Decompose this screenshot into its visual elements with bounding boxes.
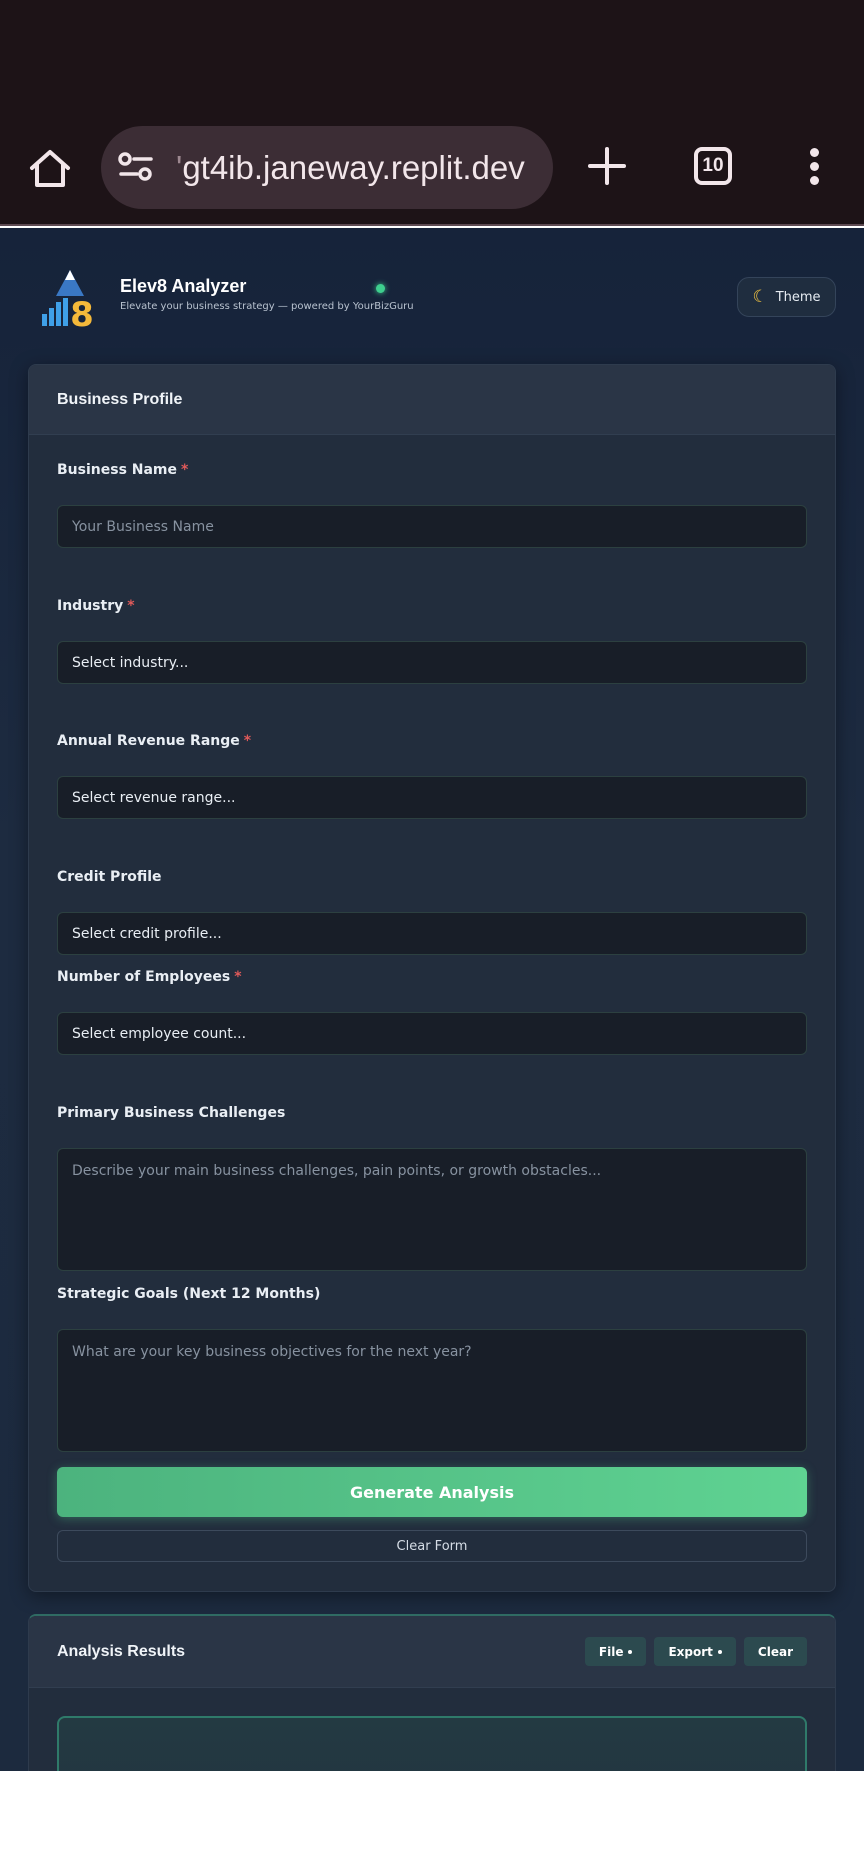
challenges-label: Primary Business Challenges — [57, 1105, 286, 1121]
employees-select[interactable]: Select employee count... — [57, 1012, 807, 1055]
employees-value: Select employee count... — [72, 1025, 247, 1042]
challenges-placeholder: Describe your main business challenges, … — [72, 1163, 602, 1179]
generate-analysis-button[interactable]: Generate Analysis — [57, 1467, 807, 1517]
tab-switcher-button[interactable]: 10 — [694, 147, 732, 185]
credit-profile-value: Select credit profile... — [72, 925, 222, 942]
credit-profile-select[interactable]: Select credit profile... — [57, 912, 807, 955]
blank-area — [0, 1771, 864, 1872]
app-subtitle: Elevate your business strategy — powered… — [120, 301, 414, 312]
elev8-logo: 8 — [42, 270, 94, 330]
results-title: Analysis Results — [57, 1642, 186, 1660]
home-icon[interactable] — [28, 146, 72, 190]
business-profile-card: Business Profile Business Name * Your Bus… — [28, 364, 836, 1592]
goals-textarea[interactable]: What are your key business objectives fo… — [57, 1329, 807, 1452]
industry-label: Industry * — [57, 598, 135, 614]
dropdown-dot-icon — [628, 1649, 633, 1654]
app-page: 8 Elev8 Analyzer Elevate your business s… — [0, 228, 864, 1771]
moon-icon: ☾ — [752, 286, 768, 307]
results-header: Analysis Results File Export Clear — [29, 1616, 835, 1688]
business-name-placeholder: Your Business Name — [72, 518, 214, 535]
site-settings-icon[interactable] — [117, 150, 155, 184]
business-name-label: Business Name * — [57, 462, 189, 478]
card-title: Business Profile — [57, 390, 183, 408]
export-menu-button[interactable]: Export — [654, 1637, 736, 1666]
theme-label: Theme — [775, 289, 821, 305]
new-tab-icon[interactable] — [587, 146, 627, 186]
employees-label: Number of Employees * — [57, 969, 242, 985]
revenue-value: Select revenue range... — [72, 789, 236, 806]
app-title: Elev8 Analyzer — [120, 276, 247, 296]
score-panel: 70 — [57, 1716, 807, 1771]
analysis-results-card: Analysis Results File Export Clear 70 — [28, 1614, 836, 1771]
goals-placeholder: What are your key business objectives fo… — [72, 1344, 472, 1360]
goals-label: Strategic Goals (Next 12 Months) — [57, 1286, 321, 1302]
url-domain: gt4ib.janeway.replit.dev — [182, 149, 525, 186]
file-menu-button[interactable]: File — [584, 1637, 647, 1666]
score-value: 70 — [59, 1762, 805, 1771]
revenue-select[interactable]: Select revenue range... — [57, 776, 807, 819]
svg-text:8: 8 — [70, 295, 94, 330]
overflow-menu-icon[interactable] — [807, 148, 821, 188]
status-dot — [376, 284, 385, 293]
industry-select[interactable]: Select industry... — [57, 641, 807, 684]
theme-toggle-button[interactable]: ☾ Theme — [737, 277, 836, 317]
dropdown-dot-icon — [717, 1649, 722, 1654]
url-text[interactable]: 'gt4ib.janeway.replit.dev — [176, 146, 546, 190]
revenue-label: Annual Revenue Range * — [57, 733, 252, 749]
clear-results-button[interactable]: Clear — [743, 1637, 807, 1666]
card-header: Business Profile — [29, 365, 835, 435]
clear-form-button[interactable]: Clear Form — [57, 1530, 807, 1562]
credit-profile-label: Credit Profile — [57, 869, 162, 885]
challenges-textarea[interactable]: Describe your main business challenges, … — [57, 1148, 807, 1271]
industry-value: Select industry... — [72, 654, 189, 671]
status-bar — [0, 0, 864, 104]
results-actions: File Export Clear — [584, 1637, 807, 1666]
business-name-input[interactable]: Your Business Name — [57, 505, 807, 548]
